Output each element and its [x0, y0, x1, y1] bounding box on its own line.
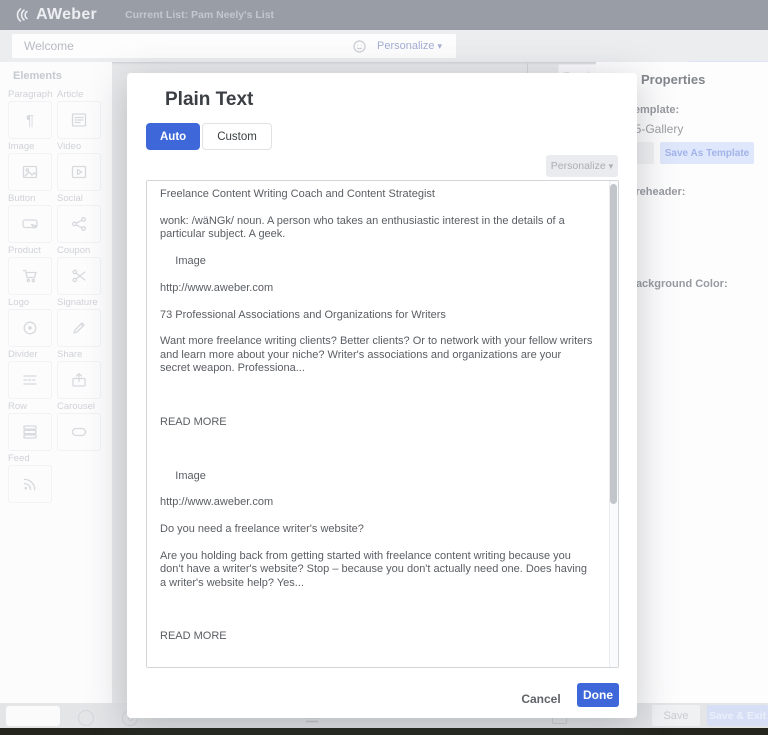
social-icon[interactable]	[57, 205, 101, 243]
plain-text-modal: Plain Text Auto Custom Personalize▾ Free…	[127, 73, 637, 718]
properties-heading: Properties	[641, 72, 705, 87]
chevron-down-icon: ▾	[437, 41, 442, 51]
element-label: Product	[8, 244, 52, 257]
save-button[interactable]: Save	[652, 705, 700, 726]
element-label: Image	[8, 140, 52, 153]
share-icon[interactable]	[57, 361, 101, 399]
sidebar-item-button[interactable]: Button	[8, 192, 52, 243]
personalize-dropdown-toolbar[interactable]: Personalize▾	[377, 40, 442, 52]
sidebar-item-logo[interactable]: Logo	[8, 296, 52, 347]
element-label: Article	[57, 88, 101, 101]
emoji-icon[interactable]	[352, 39, 367, 54]
button-icon[interactable]	[8, 205, 52, 243]
personalize-dropdown-modal[interactable]: Personalize▾	[546, 155, 618, 177]
subject-value: Welcome	[24, 39, 352, 53]
element-label: Feed	[8, 452, 52, 465]
done-button[interactable]: Done	[577, 683, 619, 707]
element-label: Coupon	[57, 244, 101, 257]
logo-icon[interactable]	[8, 309, 52, 347]
element-label: Signature	[57, 296, 101, 309]
aweber-logo-icon	[14, 6, 32, 24]
feed-icon[interactable]	[8, 465, 52, 503]
app-header: AWeber Current List: Pam Neely's List	[0, 0, 768, 30]
subject-toolbar: Welcome Personalize▾ Templates My Images…	[0, 30, 768, 62]
cancel-button[interactable]: Cancel	[519, 687, 563, 710]
bottom-strip	[0, 728, 768, 735]
subject-input[interactable]: Welcome Personalize▾	[12, 34, 456, 58]
element-label: Row	[8, 400, 52, 413]
aweber-email-editor: AWeber Current List: Pam Neely's List We…	[0, 0, 768, 735]
element-label: Paragraph	[8, 88, 52, 101]
coupon-icon[interactable]	[57, 257, 101, 295]
carousel-icon[interactable]	[57, 413, 101, 451]
elements-sidebar: Elements Paragraph¶ Article Image Video Butt…	[0, 62, 112, 703]
element-label: Share	[57, 348, 101, 361]
sidebar-item-image[interactable]: Image	[8, 140, 52, 191]
tab-custom[interactable]: Custom	[202, 123, 272, 150]
undo-icon[interactable]	[78, 710, 94, 726]
sidebar-item-coupon[interactable]: Coupon	[57, 244, 101, 295]
chevron-down-icon: ▾	[609, 161, 614, 172]
sidebar-item-row[interactable]: Row	[8, 400, 52, 451]
sidebar-item-product[interactable]: Product	[8, 244, 52, 295]
plain-text-content[interactable]: Freelance Content Writing Coach and Cont…	[146, 180, 619, 668]
element-label: Video	[57, 140, 101, 153]
signature-icon[interactable]	[57, 309, 101, 347]
sidebar-item-divider[interactable]: Divider	[8, 348, 52, 399]
sidebar-item-feed[interactable]: Feed	[8, 452, 52, 503]
sidebar-item-video[interactable]: Video	[57, 140, 101, 191]
element-label: Button	[8, 192, 52, 205]
textarea-scrollbar-thumb[interactable]	[610, 184, 617, 504]
product-icon[interactable]	[8, 257, 52, 295]
sidebar-item-carousel[interactable]: Carousel	[57, 400, 101, 451]
background-color-label: Background Color:	[628, 278, 728, 290]
element-label: Divider	[8, 348, 52, 361]
save-as-template-button[interactable]: Save As Template	[660, 142, 754, 164]
image-icon[interactable]	[8, 153, 52, 191]
elements-grid: Paragraph¶ Article Image Video Button Social P…	[8, 88, 112, 503]
sidebar-item-paragraph[interactable]: Paragraph¶	[8, 88, 52, 139]
save-and-exit-button[interactable]: Save & Exit	[707, 705, 768, 726]
zoom-control[interactable]	[6, 706, 60, 726]
paragraph-icon[interactable]: ¶	[8, 101, 52, 139]
video-icon[interactable]	[57, 153, 101, 191]
modal-title: Plain Text	[165, 89, 253, 111]
sidebar-item-article[interactable]: Article	[57, 88, 101, 139]
aweber-logo-text: AWeber	[36, 6, 97, 24]
email-canvas-edge	[527, 62, 528, 73]
sidebar-item-share[interactable]: Share	[57, 348, 101, 399]
sidebar-item-signature[interactable]: Signature	[57, 296, 101, 347]
element-label: Carousel	[57, 400, 101, 413]
plain-text-mode-tabs: Auto Custom	[146, 123, 272, 150]
elements-heading: Elements	[13, 70, 112, 82]
aweber-logo: AWeber	[14, 6, 97, 24]
current-list-label: Current List: Pam Neely's List	[125, 9, 274, 21]
article-icon[interactable]	[57, 101, 101, 139]
row-icon[interactable]	[8, 413, 52, 451]
sidebar-item-social[interactable]: Social	[57, 192, 101, 243]
tab-auto[interactable]: Auto	[146, 123, 200, 150]
element-label: Logo	[8, 296, 52, 309]
divider-icon[interactable]	[8, 361, 52, 399]
element-label: Social	[57, 192, 101, 205]
